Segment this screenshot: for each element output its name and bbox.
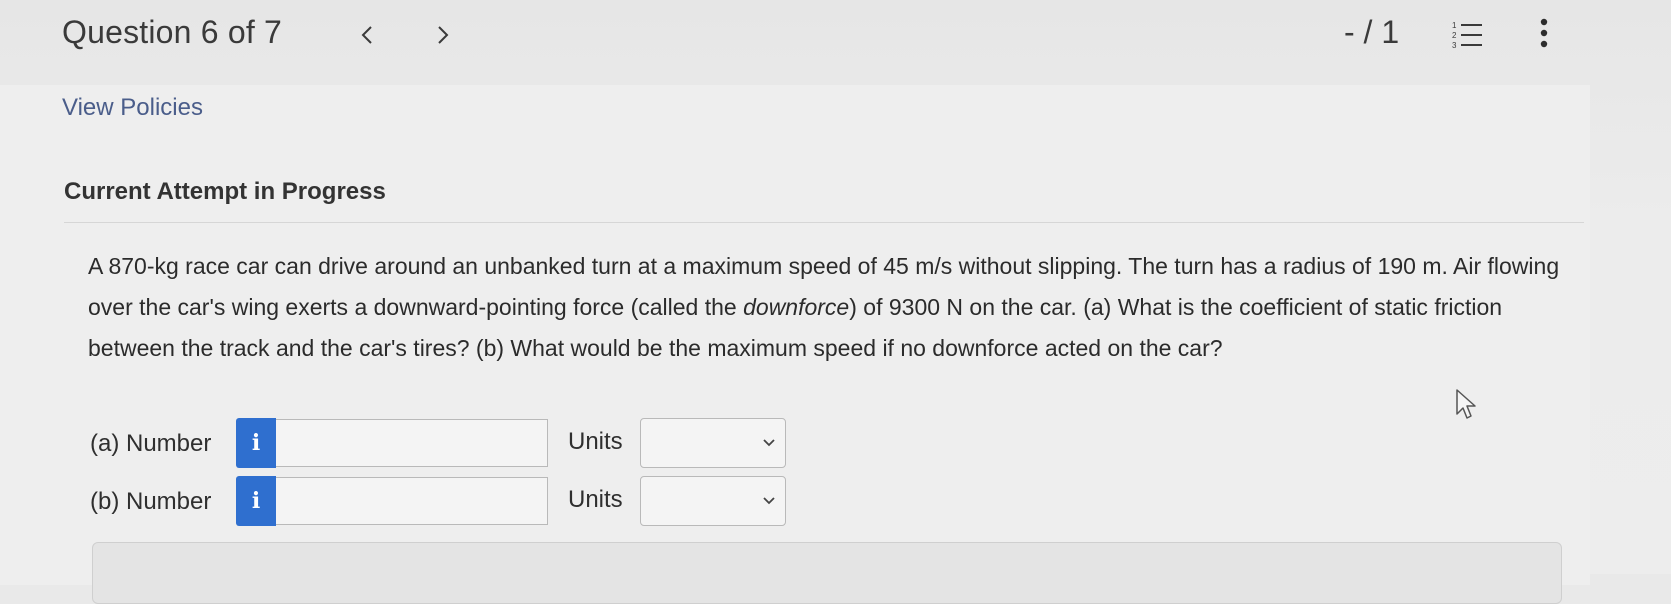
answer-b-units-label: Units <box>568 486 623 513</box>
chevron-down-icon <box>763 439 775 447</box>
answer-a-label: (a) Number <box>90 430 212 457</box>
vertical-dots-icon <box>1540 18 1548 48</box>
chevron-left-icon <box>361 26 372 44</box>
info-icon: i <box>251 430 261 456</box>
problem-statement: A 870-kg race car can drive around an un… <box>88 246 1588 369</box>
chevron-down-icon <box>763 497 775 505</box>
mouse-cursor-icon <box>1456 389 1476 419</box>
svg-text:2: 2 <box>1452 31 1457 40</box>
page: Question 6 of 7 - / 1 1 2 3 View Policie… <box>0 0 1671 604</box>
answer-a-number-input[interactable] <box>276 419 548 467</box>
score-display: - / 1 <box>1344 14 1400 50</box>
svg-text:3: 3 <box>1452 41 1457 50</box>
etextbook-media-panel[interactable] <box>92 542 1562 604</box>
svg-text:1: 1 <box>1452 21 1457 30</box>
previous-question-button[interactable] <box>352 20 382 50</box>
answer-b-number-input[interactable] <box>276 477 548 525</box>
info-icon: i <box>251 488 261 514</box>
question-counter: Question 6 of 7 <box>62 14 283 50</box>
attempt-heading: Current Attempt in Progress <box>64 178 386 205</box>
question-list-button[interactable]: 1 2 3 <box>1450 18 1486 52</box>
problem-emphasis: downforce <box>743 294 850 320</box>
section-divider <box>64 222 1584 223</box>
next-question-button[interactable] <box>428 20 458 50</box>
answer-a-units-select[interactable] <box>640 418 786 468</box>
question-header: Question 6 of 7 - / 1 1 2 3 <box>0 0 1671 80</box>
chevron-right-icon <box>438 26 449 44</box>
more-options-button[interactable] <box>1536 16 1552 52</box>
numbered-list-icon: 1 2 3 <box>1452 21 1482 50</box>
answer-b-label: (b) Number <box>90 488 212 515</box>
answer-a-info-button[interactable]: i <box>236 418 276 468</box>
answer-b-units-select[interactable] <box>640 476 786 526</box>
answer-b-info-button[interactable]: i <box>236 476 276 526</box>
view-policies-link[interactable]: View Policies <box>62 94 203 122</box>
answer-a-units-label: Units <box>568 428 623 455</box>
